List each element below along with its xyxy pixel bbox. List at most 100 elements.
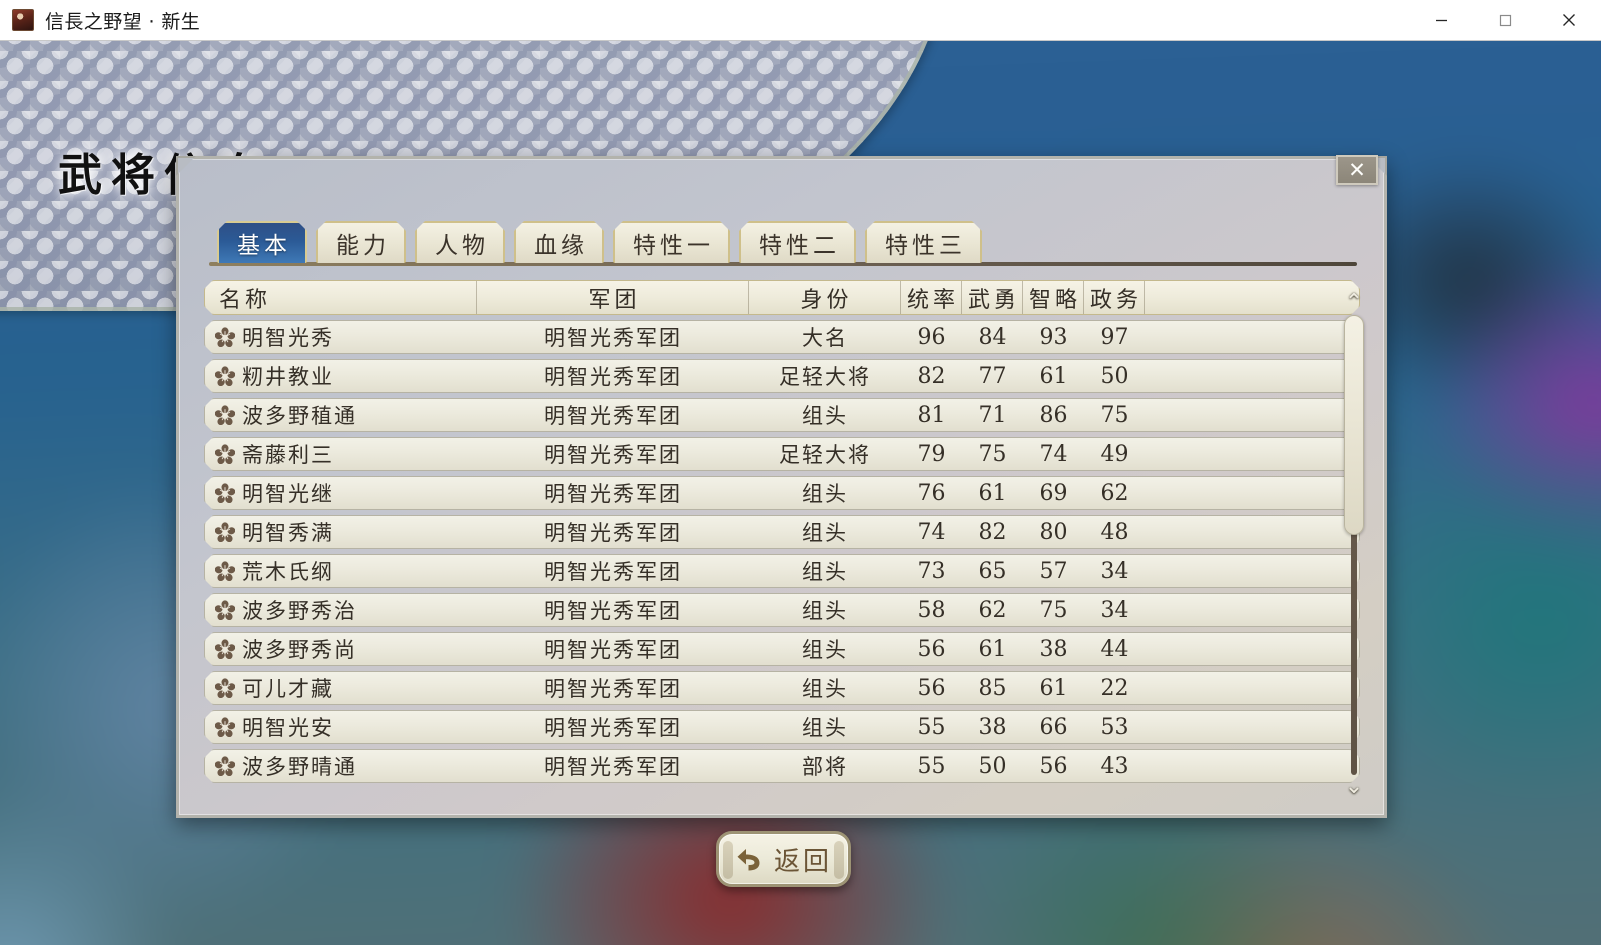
clan-crest-icon <box>215 366 235 386</box>
column-header-politics[interactable]: 政务 <box>1084 281 1145 314</box>
officer-valor: 77 <box>978 363 1007 389</box>
officer-politics: 75 <box>1100 402 1129 428</box>
officer-valor: 65 <box>978 558 1007 584</box>
officer-valor: 85 <box>978 675 1007 701</box>
scroll-up-arrow-icon[interactable]: ⌃ <box>1341 292 1367 314</box>
officer-name: 籾井教业 <box>205 360 477 392</box>
officer-role: 足轻大将 <box>779 365 871 389</box>
tab-5[interactable]: 特性一 <box>613 221 730 263</box>
officer-politics: 62 <box>1100 480 1129 506</box>
officer-politics: 50 <box>1100 363 1129 389</box>
table-row[interactable]: 斋藤利三 明智光秀军团 足轻大将 79 75 74 49 <box>204 437 1360 471</box>
tab-4[interactable]: 血缘 <box>514 221 604 263</box>
officer-corps: 明智光秀军团 <box>544 560 682 584</box>
table-row[interactable]: 明智光安 明智光秀军团 组头 55 38 66 53 <box>204 710 1360 744</box>
officer-name: 荒木氏纲 <box>205 555 477 587</box>
officer-politics: 97 <box>1100 324 1129 350</box>
officer-role: 组头 <box>802 716 848 740</box>
panel-close-button[interactable]: ✕ <box>1336 155 1378 185</box>
clan-crest-icon <box>215 483 235 503</box>
officer-table: 名称 军团 身份 统率 武勇 智略 政务 ⌄ 明智光秀 明智光秀军团 大名 96 84 9… <box>204 280 1360 788</box>
officer-name-text: 波多野稙通 <box>242 404 357 428</box>
back-button-label: 返回 <box>773 846 832 877</box>
table-row[interactable]: 波多野晴通 明智光秀军团 部将 55 50 56 43 <box>204 749 1360 783</box>
table-row[interactable]: 波多野秀治 明智光秀军团 组头 58 62 75 34 <box>204 593 1360 627</box>
table-row[interactable]: 明智秀满 明智光秀军团 组头 74 82 80 48 <box>204 515 1360 549</box>
scrollbar-thumb[interactable] <box>1344 315 1364 535</box>
table-body: 明智光秀 明智光秀军团 大名 96 84 93 97 籾井教业 明智光秀军团 足轻大将 82 77 61… <box>204 320 1360 783</box>
back-button[interactable]: 返回 <box>716 831 851 887</box>
officer-valor: 50 <box>978 753 1007 779</box>
column-header-intel[interactable]: 智略 <box>1023 281 1084 314</box>
officer-role: 组头 <box>802 482 848 506</box>
officer-role: 大名 <box>802 326 848 350</box>
clan-crest-icon <box>215 756 235 776</box>
officer-intelligence: 93 <box>1039 324 1068 350</box>
officer-name-text: 明智光安 <box>242 716 334 740</box>
table-scrollbar[interactable]: ⌃ ⌄ <box>1340 292 1368 798</box>
tab-7[interactable]: 特性三 <box>865 221 982 263</box>
officer-leadership: 56 <box>917 636 946 662</box>
window-close-button[interactable] <box>1537 0 1601 40</box>
officer-politics: 34 <box>1100 558 1129 584</box>
officer-name: 明智光秀 <box>205 321 477 353</box>
officer-name: 波多野秀尚 <box>205 633 477 665</box>
officer-intelligence: 75 <box>1039 597 1068 623</box>
officer-role: 组头 <box>802 521 848 545</box>
officer-intelligence: 80 <box>1039 519 1068 545</box>
minimize-icon <box>1435 19 1447 21</box>
window-titlebar: 信長之野望 · 新生 <box>0 0 1601 41</box>
officer-name: 明智光继 <box>205 477 477 509</box>
officer-leadership: 79 <box>917 441 946 467</box>
officer-name: 明智秀满 <box>205 516 477 548</box>
back-arrow-icon <box>737 849 760 871</box>
officer-intelligence: 66 <box>1039 714 1068 740</box>
close-icon <box>1563 14 1575 26</box>
officer-valor: 82 <box>978 519 1007 545</box>
table-row[interactable]: 波多野秀尚 明智光秀军团 组头 56 61 38 44 <box>204 632 1360 666</box>
officer-name: 可儿才藏 <box>205 672 477 704</box>
table-row[interactable]: 荒木氏纲 明智光秀军团 组头 73 65 57 34 <box>204 554 1360 588</box>
officer-leadership: 56 <box>917 675 946 701</box>
table-row[interactable]: 明智光秀 明智光秀军团 大名 96 84 93 97 <box>204 320 1360 354</box>
column-header-role[interactable]: 身份 <box>749 281 901 314</box>
clan-crest-icon <box>215 405 235 425</box>
officer-leadership: 55 <box>917 753 946 779</box>
scrollbar-track[interactable] <box>1344 315 1364 775</box>
minimize-button[interactable] <box>1409 0 1473 40</box>
officer-info-panel: ✕ 基本 能力 人物 血缘 特性一 特性二 特性三 名称 军团 身份 统率 武勇 智略 政务… <box>176 155 1387 818</box>
officer-leadership: 58 <box>917 597 946 623</box>
column-header-lead[interactable]: 统率 <box>901 281 962 314</box>
officer-politics: 49 <box>1100 441 1129 467</box>
clan-crest-icon <box>215 717 235 737</box>
officer-politics: 48 <box>1100 519 1129 545</box>
officer-intelligence: 38 <box>1039 636 1068 662</box>
column-header-corps[interactable]: 军团 <box>477 281 749 314</box>
column-header-name[interactable]: 名称 <box>205 281 477 314</box>
officer-corps: 明智光秀军团 <box>544 716 682 740</box>
scroll-down-arrow-icon[interactable]: ⌄ <box>1341 776 1367 798</box>
tab-2[interactable]: 能力 <box>316 221 406 263</box>
table-row[interactable]: 明智光继 明智光秀军团 组头 76 61 69 62 <box>204 476 1360 510</box>
officer-corps: 明智光秀军团 <box>544 482 682 506</box>
table-row[interactable]: 波多野稙通 明智光秀军团 组头 81 71 86 75 <box>204 398 1360 432</box>
clan-crest-icon <box>215 639 235 659</box>
tab-6[interactable]: 特性二 <box>739 221 856 263</box>
table-row[interactable]: 可儿才藏 明智光秀军团 组头 56 85 61 22 <box>204 671 1360 705</box>
officer-role: 部将 <box>802 755 848 779</box>
officer-name: 波多野秀治 <box>205 594 477 626</box>
officer-leadership: 74 <box>917 519 946 545</box>
table-row[interactable]: 籾井教业 明智光秀军团 足轻大将 82 77 61 50 <box>204 359 1360 393</box>
officer-valor: 71 <box>978 402 1007 428</box>
tab-1[interactable]: 基本 <box>217 221 307 263</box>
officer-politics: 53 <box>1100 714 1129 740</box>
maximize-button[interactable] <box>1473 0 1537 40</box>
officer-role: 组头 <box>802 599 848 623</box>
tab-3[interactable]: 人物 <box>415 221 505 263</box>
officer-name-text: 明智秀满 <box>242 521 334 545</box>
officer-corps: 明智光秀军团 <box>544 755 682 779</box>
officer-politics: 34 <box>1100 597 1129 623</box>
officer-corps: 明智光秀军团 <box>544 326 682 350</box>
officer-politics: 44 <box>1100 636 1129 662</box>
column-header-valor[interactable]: 武勇 <box>962 281 1023 314</box>
